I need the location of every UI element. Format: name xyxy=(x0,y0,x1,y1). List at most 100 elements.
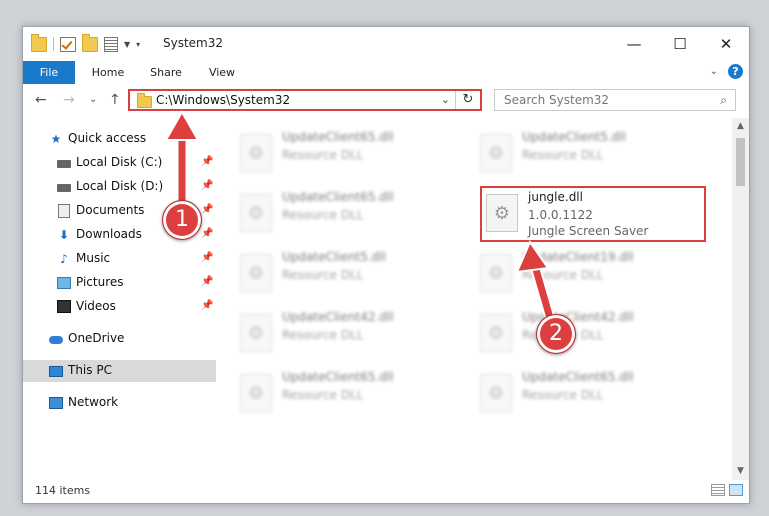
refresh-icon[interactable]: ↻ xyxy=(455,91,480,109)
scrollbar-thumb[interactable] xyxy=(736,138,745,186)
maximize-button[interactable]: ☐ xyxy=(657,27,703,61)
search-input[interactable]: Search System32 ⌕ xyxy=(494,89,736,111)
search-icon[interactable]: ⌕ xyxy=(720,93,727,108)
search-placeholder: Search System32 xyxy=(504,93,610,107)
pin-icon: 📌 xyxy=(201,228,214,239)
file-name: UpdateClient65.dll xyxy=(522,370,634,384)
file-type: Resource DLL xyxy=(282,388,364,402)
pin-icon: 📌 xyxy=(201,276,214,287)
pin-icon: 📌 xyxy=(201,204,214,215)
sidebar-item-label: Pictures xyxy=(76,275,124,289)
file-item[interactable]: ⚙ UpdateClient42.dll Resource DLL xyxy=(478,308,698,358)
file-name: UpdateClient65.dll xyxy=(282,190,394,204)
explorer-window: ▼ ▾ System32 — ☐ ✕ File Home Share View … xyxy=(22,26,750,504)
navigation-bar: ← → ⌄ ↑ C:\Windows\System32 ⌄ ↻ Search S… xyxy=(23,84,749,118)
file-name: UpdateClient42.dll xyxy=(282,310,394,324)
file-type: Resource DLL xyxy=(282,148,364,162)
close-button[interactable]: ✕ xyxy=(703,27,749,61)
file-item[interactable]: ⚙ UpdateClient65.dll Resource DLL xyxy=(238,128,458,178)
this-pc-icon xyxy=(49,364,63,377)
network-icon xyxy=(49,396,63,409)
sidebar-item-label: Videos xyxy=(76,299,116,313)
music-icon: ♪ xyxy=(60,251,68,266)
sidebar-item-music[interactable]: ♪ Music 📌 xyxy=(23,248,216,270)
sidebar-item-quick-access[interactable]: ★ Quick access xyxy=(23,128,216,150)
dll-file-icon: ⚙ xyxy=(480,374,512,412)
sidebar-item-label: Downloads xyxy=(76,227,142,241)
details-view-icon[interactable] xyxy=(711,484,725,496)
quick-access-toolbar: ▼ ▾ xyxy=(31,33,140,52)
help-icon[interactable]: ? xyxy=(728,64,743,79)
properties-icon[interactable] xyxy=(104,36,118,52)
sidebar-item-label: This PC xyxy=(68,363,112,377)
star-icon: ★ xyxy=(50,131,62,146)
sidebar-item-local-disk-d[interactable]: Local Disk (D:) 📌 xyxy=(23,176,216,198)
file-item[interactable]: ⚙ UpdateClient5.dll Resource DLL xyxy=(238,248,458,298)
large-icons-view-icon[interactable] xyxy=(729,484,743,496)
properties-check-icon[interactable] xyxy=(60,36,76,52)
sidebar-item-local-disk-c[interactable]: Local Disk (C:) 📌 xyxy=(23,152,216,174)
file-list: ⚙ UpdateClient65.dll Resource DLL ⚙ Upda… xyxy=(216,118,732,480)
new-folder-icon[interactable] xyxy=(82,33,98,52)
sidebar-item-this-pc[interactable]: This PC xyxy=(23,360,216,382)
file-name: UpdateClient65.dll xyxy=(282,130,394,144)
folder-icon xyxy=(137,93,152,108)
pin-icon: 📌 xyxy=(201,180,214,191)
pin-icon: 📌 xyxy=(201,252,214,263)
address-text[interactable]: C:\Windows\System32 xyxy=(156,93,290,107)
dll-file-icon: ⚙ xyxy=(480,254,512,292)
dll-file-icon: ⚙ xyxy=(240,314,272,352)
sidebar-item-pictures[interactable]: Pictures 📌 xyxy=(23,272,216,294)
pin-icon: 📌 xyxy=(201,300,214,311)
file-name: UpdateClient19.dll xyxy=(522,250,634,264)
scroll-up-icon[interactable]: ▲ xyxy=(732,118,749,135)
file-item[interactable]: ⚙ UpdateClient65.dll Resource DLL xyxy=(238,188,458,238)
file-type: Resource DLL xyxy=(522,268,604,282)
file-item[interactable]: ⚙ UpdateClient65.dll Resource DLL xyxy=(238,368,458,418)
step-callout-2: 2 xyxy=(536,314,576,354)
window-title: System32 xyxy=(163,36,224,50)
file-item[interactable]: ⚙ UpdateClient65.dll Resource DLL xyxy=(478,368,698,418)
recent-locations-button[interactable]: ⌄ xyxy=(89,94,97,105)
sidebar-item-videos[interactable]: Videos 📌 xyxy=(23,296,216,318)
disk-icon xyxy=(57,180,71,193)
dll-file-icon: ⚙ xyxy=(480,314,512,352)
sidebar-item-onedrive[interactable]: OneDrive xyxy=(23,328,216,350)
pin-icon: 📌 xyxy=(201,156,214,167)
dll-file-icon: ⚙ xyxy=(240,194,272,232)
file-item[interactable]: ⚙ UpdateClient42.dll Resource DLL xyxy=(238,308,458,358)
tab-share[interactable]: Share xyxy=(143,61,189,84)
forward-button[interactable]: → xyxy=(63,92,75,108)
sidebar-item-label: Local Disk (D:) xyxy=(76,179,164,193)
file-name: UpdateClient5.dll xyxy=(282,250,386,264)
tab-home[interactable]: Home xyxy=(85,61,131,84)
address-dropdown-icon[interactable]: ⌄ xyxy=(441,93,450,106)
back-button[interactable]: ← xyxy=(35,92,47,108)
status-bar: 114 items xyxy=(23,480,749,503)
sidebar-item-label: Local Disk (C:) xyxy=(76,155,163,169)
window-controls: — ☐ ✕ xyxy=(611,27,749,61)
address-bar[interactable]: C:\Windows\System32 ⌄ ↻ xyxy=(128,89,482,111)
chevron-down-icon[interactable]: ▼ xyxy=(124,40,130,49)
scroll-down-icon[interactable]: ▼ xyxy=(732,463,749,480)
dll-file-icon: ⚙ xyxy=(240,374,272,412)
toolbar-separator xyxy=(53,37,54,51)
tab-view[interactable]: View xyxy=(199,61,245,84)
onedrive-icon xyxy=(49,332,63,345)
file-item[interactable]: ⚙ UpdateClient19.dll Resource DLL xyxy=(478,248,698,298)
step-callout-1: 1 xyxy=(162,200,202,240)
file-item[interactable]: ⚙ UpdateClient5.dll Resource DLL xyxy=(478,128,698,178)
minimize-button[interactable]: — xyxy=(611,27,657,61)
expand-ribbon-icon[interactable]: ⌄ xyxy=(710,66,718,77)
sidebar-item-label: Quick access xyxy=(68,131,147,145)
sidebar-item-label: OneDrive xyxy=(68,331,125,345)
vertical-scrollbar[interactable]: ▲ ▼ xyxy=(732,118,749,480)
sidebar-item-network[interactable]: Network xyxy=(23,392,216,414)
up-button[interactable]: ↑ xyxy=(109,92,121,108)
customize-toolbar-icon[interactable]: ▾ xyxy=(136,40,140,49)
dll-file-icon: ⚙ xyxy=(240,134,272,172)
sidebar-item-label: Network xyxy=(68,395,119,409)
disk-icon xyxy=(57,156,71,169)
dll-file-icon: ⚙ xyxy=(480,134,512,172)
sidebar-item-label: Music xyxy=(76,251,111,265)
